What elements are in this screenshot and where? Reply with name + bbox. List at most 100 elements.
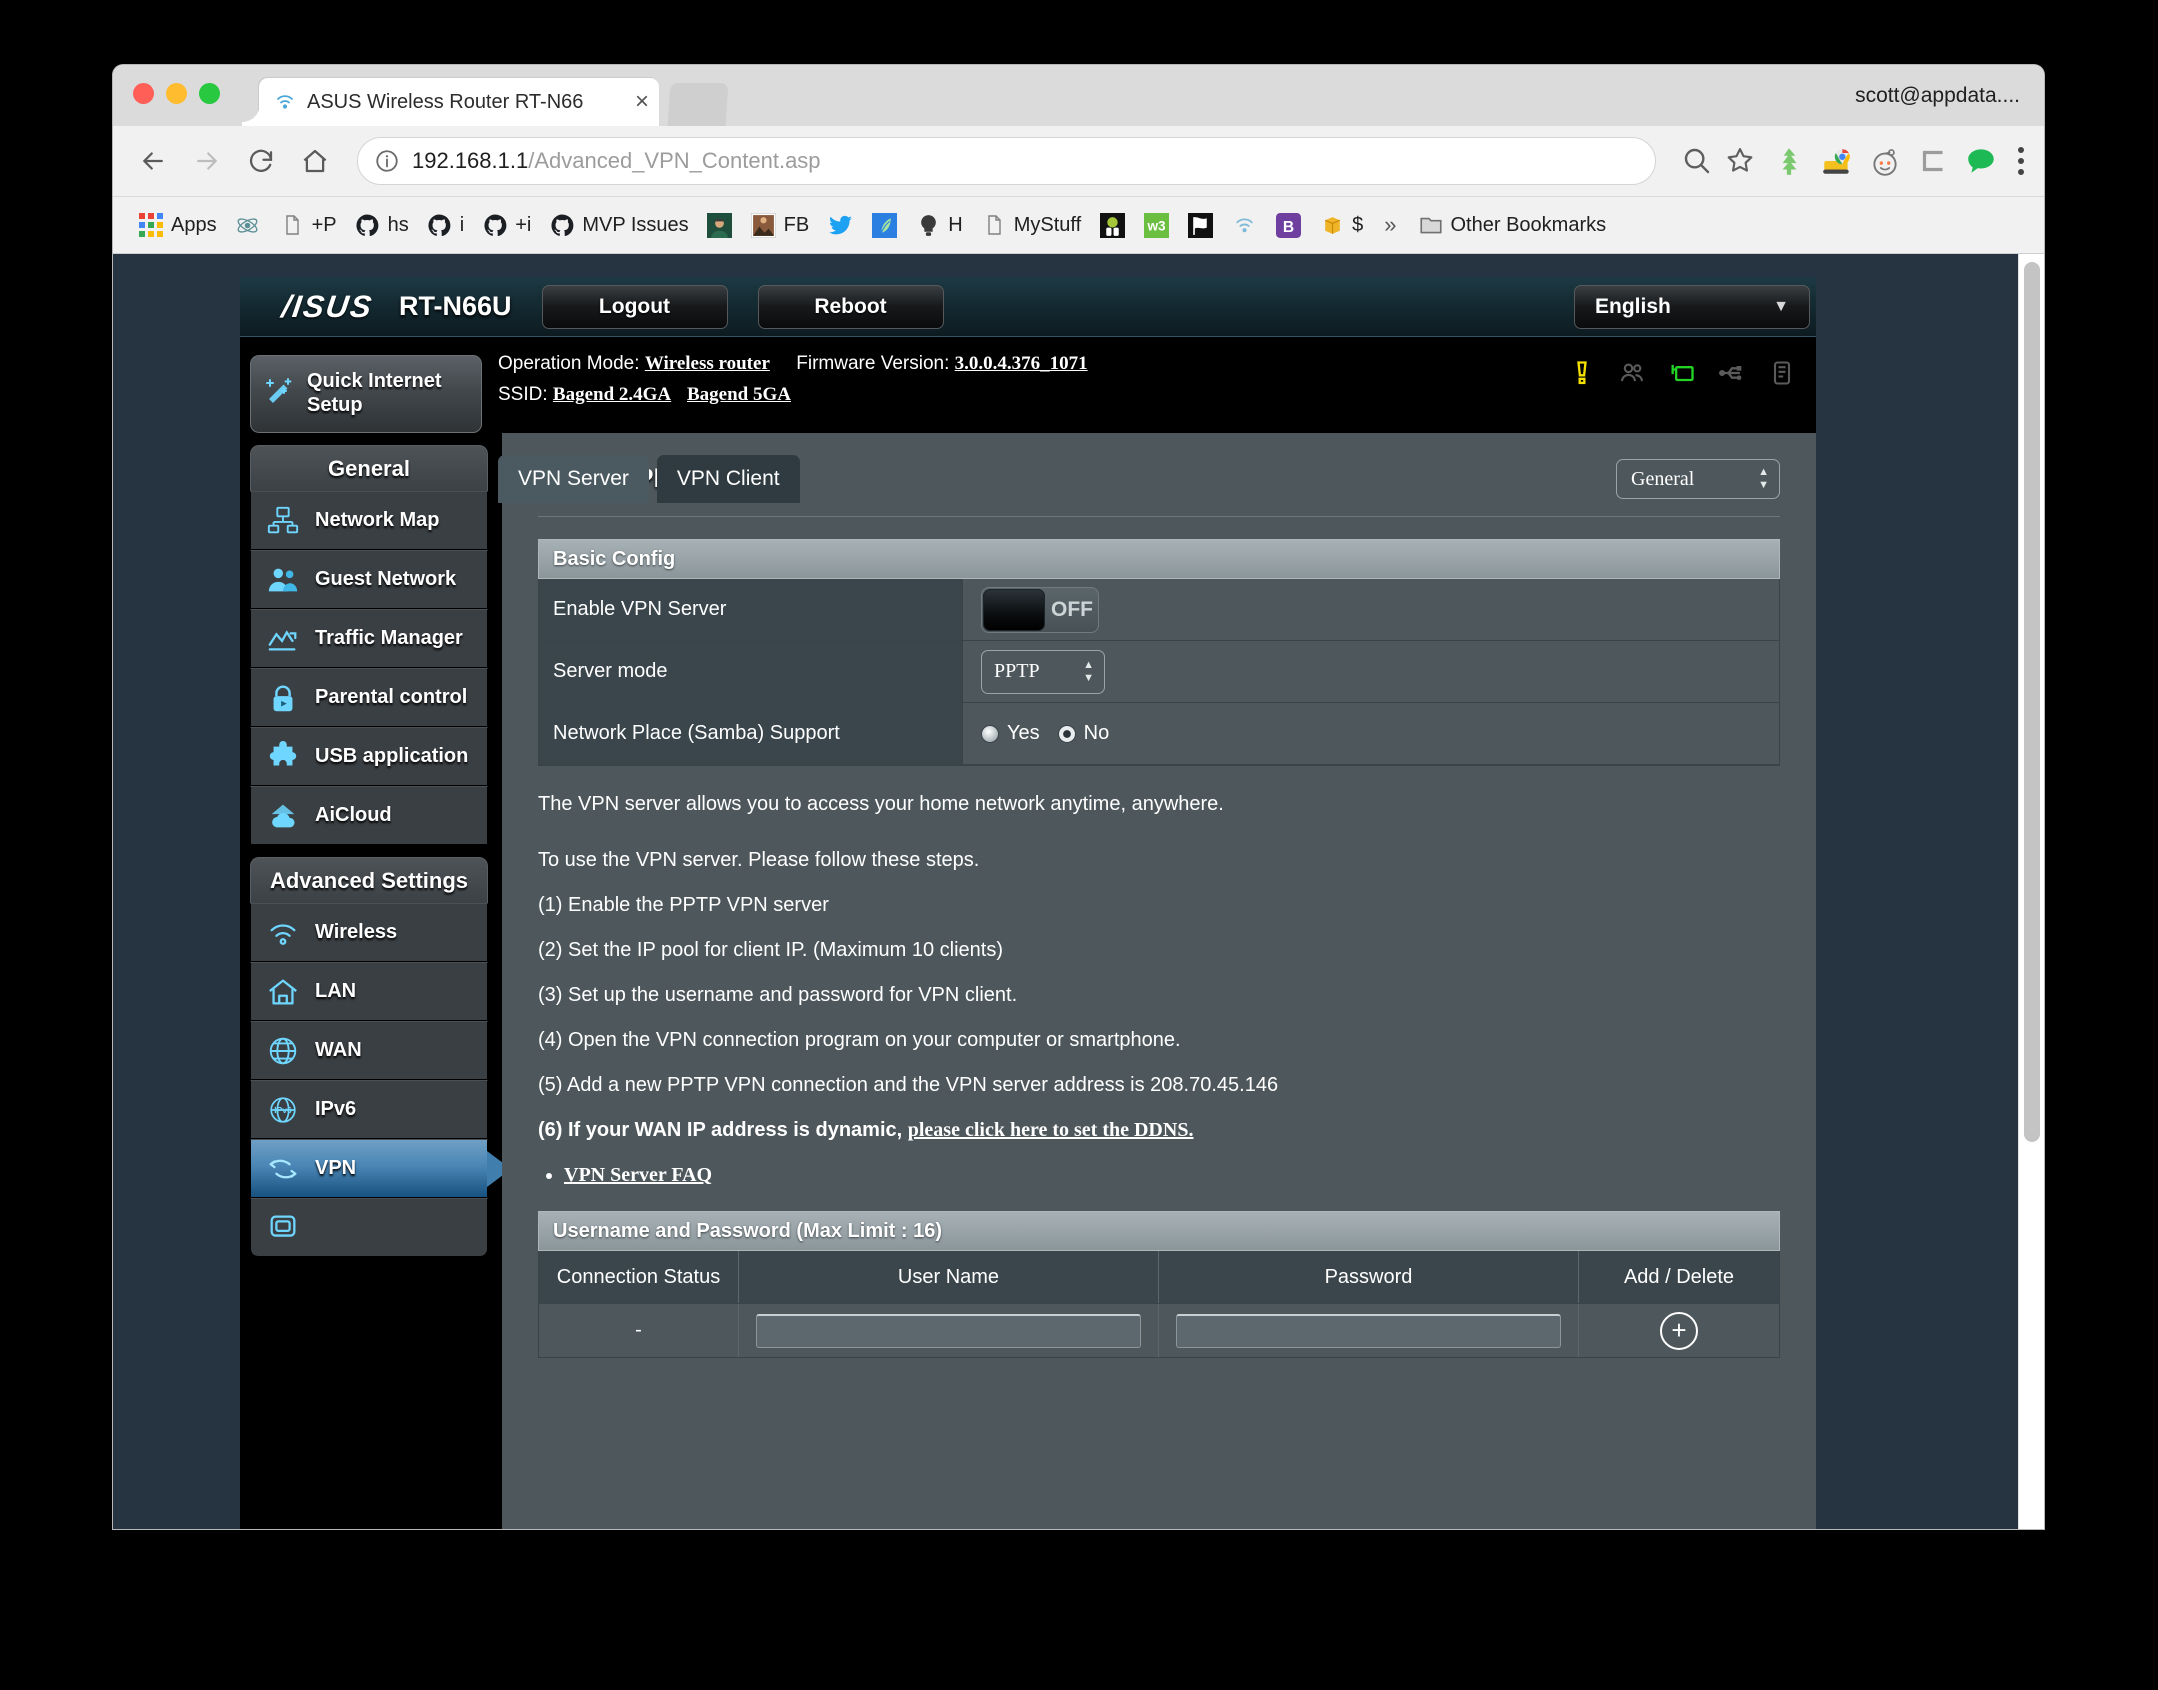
usb-icon[interactable] [1718, 359, 1746, 387]
sidebar-item-network-map[interactable]: Network Map [250, 491, 488, 550]
quick-internet-setup-button[interactable]: Quick Internet Setup [250, 355, 482, 433]
bookmark-rss-wifi[interactable] [1222, 205, 1266, 245]
bookmark-star-icon[interactable] [1724, 144, 1758, 178]
ipv6-globe-icon: IPv6 [265, 1092, 301, 1128]
samba-radio-yes[interactable]: Yes [981, 722, 1040, 745]
bookmark-atom[interactable] [226, 205, 270, 245]
bookmark-i[interactable]: i [418, 205, 473, 245]
minimize-window-button[interactable] [166, 83, 187, 104]
bookmarks-overflow-button[interactable]: » [1372, 212, 1408, 238]
page-scrollbar[interactable] [2018, 254, 2044, 1529]
samba-radio-no[interactable]: No [1057, 722, 1109, 745]
sidebar-item-label: USB application [315, 745, 469, 767]
sidebar-item-traffic-manager[interactable]: Traffic Manager [250, 609, 488, 668]
sidebar-item-guest-network[interactable]: Guest Network [250, 550, 488, 609]
column-header-user-name: User Name [739, 1251, 1159, 1303]
extension-chrome-bot-icon[interactable] [1820, 144, 1854, 178]
bookmark-h[interactable]: H [906, 205, 971, 245]
bulb-icon [915, 212, 941, 238]
bookmark-flag[interactable] [1178, 205, 1222, 245]
sidebar-item-wan[interactable]: WAN [250, 1021, 488, 1080]
operation-mode-link[interactable]: Wireless router [645, 353, 770, 374]
bookmark-mvp-issues[interactable]: MVP Issues [540, 205, 697, 245]
search-icon[interactable] [1680, 144, 1714, 178]
alert-icon[interactable] [1568, 359, 1596, 387]
sidebar-item-wireless[interactable]: Wireless [250, 903, 488, 962]
ssid-24-link[interactable]: Bagend 2.4GA [553, 384, 671, 405]
extension-chat-bubble-icon[interactable] [1964, 144, 1998, 178]
svg-text:w3: w3 [1146, 218, 1166, 233]
sidebar-item-firewall[interactable] [250, 1198, 488, 1257]
ssid-5-link[interactable]: Bagend 5GA [687, 384, 791, 405]
logout-button[interactable]: Logout [541, 284, 728, 329]
vpn-server-faq-link[interactable]: VPN Server FAQ [564, 1164, 712, 1186]
bookmark-w3[interactable]: w3 [1134, 205, 1178, 245]
password-input[interactable] [1175, 1313, 1562, 1348]
bookmark-android[interactable] [1090, 205, 1134, 245]
bookmark-label: i [459, 213, 465, 236]
sidebar-item-aicloud[interactable]: AiCloud [250, 786, 488, 845]
close-window-button[interactable] [133, 83, 154, 104]
other-bookmarks-folder[interactable]: Other Bookmarks [1409, 205, 1616, 245]
sidebar-item-usb-application[interactable]: USB application [250, 727, 488, 786]
bookmark-hs[interactable]: hs [346, 205, 418, 245]
sidebar-item-ipv6[interactable]: IPv6 IPv6 [250, 1080, 488, 1139]
sidebar-item-label: LAN [315, 980, 357, 1002]
clients-icon[interactable] [1618, 359, 1646, 387]
reload-button[interactable] [239, 139, 283, 183]
language-selector[interactable]: English ▼ [1574, 285, 1810, 329]
bookmark-plus-i[interactable]: +i [473, 205, 540, 245]
description-step-3: (3) Set up the username and password for… [538, 984, 1018, 1006]
forward-button[interactable] [185, 139, 229, 183]
asus-logo: /ISUS [279, 288, 376, 324]
bookmark-label: MyStuff [1013, 213, 1082, 236]
tab-vpn-server[interactable]: VPN Server [498, 455, 649, 503]
server-mode-select[interactable]: PPTP ▲ ▼ [981, 649, 1105, 694]
bookmark-bootstrap[interactable]: B [1266, 205, 1310, 245]
radio-indicator [1057, 724, 1076, 743]
router-header: /ISUS RT-N66U Logout Reboot English ▼ [240, 277, 1816, 337]
sidebar-item-vpn[interactable]: VPN [250, 1139, 488, 1198]
tab-vpn-client[interactable]: VPN Client [656, 455, 800, 503]
row-samba-support: Network Place (Samba) Support Yes No [539, 703, 1779, 765]
enable-vpn-server-toggle[interactable]: OFF [981, 586, 1099, 633]
list-item: VPN Server FAQ [564, 1165, 1780, 1185]
toggle-state-label: OFF [1051, 597, 1093, 621]
bookmark-apps[interactable]: Apps [129, 205, 226, 245]
back-button[interactable] [131, 139, 175, 183]
wan-connected-icon[interactable] [1668, 359, 1696, 387]
sidebar-item-label: Guest Network [315, 568, 457, 590]
add-user-button[interactable]: + [1660, 1311, 1698, 1350]
maximize-window-button[interactable] [199, 83, 220, 104]
printer-icon[interactable] [1768, 359, 1796, 387]
extension-bracket-icon[interactable] [1916, 144, 1950, 178]
home-button[interactable] [293, 139, 337, 183]
bookmark-avatar[interactable] [698, 205, 742, 245]
new-tab-button[interactable] [667, 83, 729, 126]
bookmark-fb[interactable]: FB [742, 205, 819, 245]
extension-reddit-icon[interactable] [1868, 144, 1902, 178]
browser-tab[interactable]: ASUS Wireless Router RT-N66 × [259, 78, 659, 126]
ddns-link[interactable]: please click here to set the DDNS. [908, 1119, 1194, 1141]
column-header-add-delete: Add / Delete [1623, 1265, 1735, 1288]
browser-menu-button[interactable] [2016, 147, 2026, 175]
scrollbar-thumb[interactable] [2024, 262, 2040, 1142]
bookmark-leaf[interactable] [862, 205, 906, 245]
site-info-icon[interactable] [374, 148, 400, 174]
firmware-link[interactable]: 3.0.0.4.376_1071 [955, 353, 1088, 374]
github-icon [355, 212, 381, 238]
close-tab-button[interactable]: × [635, 90, 649, 114]
user-name-input[interactable] [755, 1313, 1142, 1348]
sidebar-item-parental-control[interactable]: Parental control [250, 668, 488, 727]
bookmark-package[interactable]: $ [1310, 205, 1372, 245]
address-bar[interactable]: 192.168.1.1/Advanced_VPN_Content.asp [357, 137, 1656, 185]
sidebar-item-lan[interactable]: LAN [250, 962, 488, 1021]
profile-name[interactable]: scott@appdata.... [1855, 84, 2020, 108]
content-mode-select[interactable]: General ▲ ▼ [1616, 459, 1780, 499]
bookmark-mystuff[interactable]: MyStuff [972, 205, 1090, 245]
reboot-button[interactable]: Reboot [757, 284, 944, 329]
bookmark-twitter[interactable] [818, 205, 862, 245]
vpn-tab-bar: VPN Server VPN Client [498, 455, 800, 503]
bookmark-plus-p[interactable]: +P [270, 205, 346, 245]
extension-tree-icon[interactable] [1772, 144, 1806, 178]
